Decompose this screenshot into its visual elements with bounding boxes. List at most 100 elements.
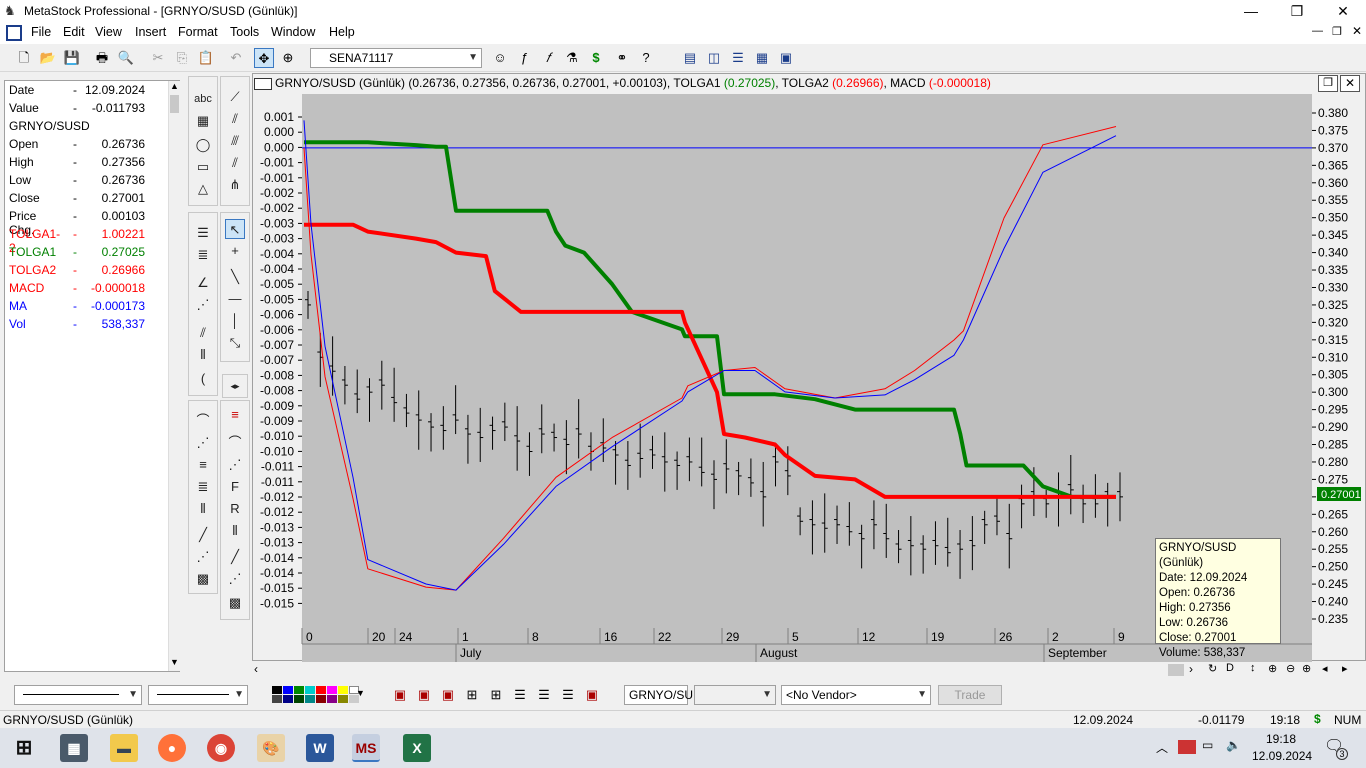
line-style-combo[interactable]: ▼ xyxy=(14,685,142,705)
data-window-scrollbar[interactable]: ▲ ▼ xyxy=(168,81,180,671)
system-tester-icon[interactable]: ⚗ xyxy=(562,48,582,68)
explorer-icon[interactable]: 𝑓 xyxy=(538,48,558,68)
ellipse-tool-icon[interactable]: ◯ xyxy=(193,135,213,155)
mdi-restore-button[interactable]: ❐ xyxy=(1332,25,1342,38)
layout-icon-2[interactable]: ☰ xyxy=(534,685,554,705)
line-tool-icon[interactable]: ╱ xyxy=(193,525,213,545)
fibonacci-fan-icon[interactable]: ⋰ xyxy=(193,433,213,453)
security-combo[interactable]: SENA71117 ▼ xyxy=(310,48,482,68)
arcs-tool-icon[interactable]: ⌒ xyxy=(225,433,245,453)
tray-app-icon[interactable] xyxy=(1178,740,1196,754)
fibonacci-retracement-icon[interactable]: F xyxy=(225,477,245,497)
arrange-icon[interactable]: ▣ xyxy=(776,48,796,68)
gann-grid-icon[interactable]: ▩ xyxy=(193,569,213,589)
diagonal-line-icon[interactable]: ╱ xyxy=(225,547,245,567)
menu-edit[interactable]: Edit xyxy=(63,25,85,39)
tile-horizontal-icon[interactable]: ☰ xyxy=(728,48,748,68)
copy-icon[interactable]: ⎘ xyxy=(172,48,192,68)
menu-insert[interactable]: Insert xyxy=(135,25,166,39)
scroll-thumb[interactable] xyxy=(170,95,179,113)
paint-icon[interactable]: 🎨 xyxy=(257,734,285,762)
arc-tool-icon[interactable]: ( xyxy=(193,369,213,389)
time-zones-icon[interactable]: ≣ xyxy=(193,477,213,497)
text-tool-icon[interactable]: abc xyxy=(193,89,213,109)
angle-tool-icon[interactable]: ∠ xyxy=(193,273,213,293)
volume-icon[interactable]: 🔈 xyxy=(1226,738,1241,752)
zoom-in-icon[interactable]: ⊕ xyxy=(1268,662,1277,675)
binoculars-icon[interactable]: ⚭ xyxy=(612,48,632,68)
menu-view[interactable]: View xyxy=(95,25,122,39)
layout-icon-4[interactable]: ▣ xyxy=(582,685,602,705)
trade-button[interactable]: Trade xyxy=(938,685,1002,705)
chart-style-icon-4[interactable]: ⊞ xyxy=(462,685,482,705)
file-explorer-icon[interactable]: ▬ xyxy=(110,734,138,762)
line-weight-combo[interactable]: ▼ xyxy=(148,685,248,705)
channel-icon[interactable]: ≡ xyxy=(225,405,245,425)
andrews-pitchfork-icon[interactable]: ⋔ xyxy=(225,175,245,195)
fibonacci-levels-icon[interactable]: ≡ xyxy=(193,455,213,475)
refresh-icon[interactable]: ↻ xyxy=(1208,662,1217,675)
chart-style-icon-1[interactable]: ▣ xyxy=(390,685,410,705)
firefox-icon[interactable]: ● xyxy=(158,734,186,762)
color-palette[interactable] xyxy=(272,686,359,704)
calculator-icon[interactable]: ▦ xyxy=(60,734,88,762)
chart-restore-button[interactable]: ❐ xyxy=(1318,75,1338,92)
grid-icon[interactable]: ▩ xyxy=(225,593,245,613)
page-right-icon[interactable]: ▸ xyxy=(1342,662,1348,675)
scroll-right-icon[interactable]: › xyxy=(1189,662,1193,676)
zoom-icon[interactable]: ⊕ xyxy=(278,48,298,68)
tile-vertical-icon[interactable]: ◫ xyxy=(704,48,724,68)
crosshair-tool-icon[interactable]: + xyxy=(225,241,245,261)
layout-icon-1[interactable]: ☰ xyxy=(510,685,530,705)
data-icon[interactable]: D xyxy=(1226,662,1234,674)
menu-window[interactable]: Window xyxy=(271,25,315,39)
zoom-reset-icon[interactable]: ⊕ xyxy=(1302,662,1311,675)
help-pointer-icon[interactable]: ? xyxy=(636,48,656,68)
vendor-combo[interactable]: <No Vendor> ▼ xyxy=(781,685,931,705)
cut-icon[interactable]: ✂ xyxy=(148,48,168,68)
paste-icon[interactable]: 📋 xyxy=(196,48,216,68)
periodicity-combo[interactable]: ▼ xyxy=(694,685,776,705)
regression-tool-icon[interactable]: ⤡ xyxy=(225,333,245,353)
chart-horizontal-scrollbar[interactable]: ‹ › ↻ D ↕ ⊕ ⊖ ⊕ ◂ ▸ xyxy=(252,662,1366,678)
zoom-out-icon[interactable]: ⊖ xyxy=(1286,662,1295,675)
metastock-icon[interactable]: MS xyxy=(352,734,380,762)
fan-lines-tool-icon[interactable]: ⋰ xyxy=(225,455,245,475)
color-dropdown-icon[interactable]: ▼ xyxy=(356,688,365,698)
pointer-tool-icon[interactable]: ↖ xyxy=(225,219,245,239)
print-preview-icon[interactable]: 🔍 xyxy=(116,48,136,68)
mdi-doc-icon[interactable] xyxy=(6,25,22,41)
menu-format[interactable]: Format xyxy=(178,25,218,39)
windows-start-icon[interactable]: ⊞ xyxy=(10,734,38,762)
menu-tools[interactable]: Tools xyxy=(230,25,259,39)
fibonacci-icon[interactable]: ≣ xyxy=(193,245,213,265)
clock-date[interactable]: 12.09.2024 xyxy=(1252,749,1312,763)
mdi-close-button[interactable]: ✕ xyxy=(1352,24,1362,38)
chart-style-icon-3[interactable]: ▣ xyxy=(438,685,458,705)
security-field[interactable]: GRNYO/SU xyxy=(624,685,693,705)
battery-icon[interactable]: ▭ xyxy=(1202,738,1213,752)
menu-help[interactable]: Help xyxy=(329,25,355,39)
close-button[interactable]: ✕ xyxy=(1320,0,1366,22)
chart-style-icon-2[interactable]: ▣ xyxy=(414,685,434,705)
page-left-icon[interactable]: ◂ xyxy=(1322,662,1328,675)
table-tool-icon[interactable]: ▦ xyxy=(193,111,213,131)
layout-icon-3[interactable]: ☰ xyxy=(558,685,578,705)
speed-lines-icon[interactable]: ⟋ xyxy=(225,87,245,107)
menu-file[interactable]: File xyxy=(31,25,51,39)
scroll-down-icon[interactable]: ▼ xyxy=(170,657,179,667)
horizontal-lines-icon[interactable]: ☰ xyxy=(193,223,213,243)
indicator-builder-icon[interactable]: ƒ xyxy=(514,48,534,68)
gann-fan-icon[interactable]: ⫽ xyxy=(225,153,245,173)
expert-icon[interactable]: ☺ xyxy=(490,48,510,68)
scroll-thumb[interactable] xyxy=(1168,664,1184,676)
expand-icon[interactable]: ↕ xyxy=(1250,662,1256,674)
cycles-icon[interactable]: ⦀ xyxy=(225,521,245,541)
mdi-minimize-button[interactable]: — xyxy=(1312,25,1323,37)
palette-toggle-icon[interactable]: ◂▸ xyxy=(225,376,245,396)
parallel-lines-icon[interactable]: ⫽ xyxy=(193,323,213,343)
arcs-icon[interactable]: ⫻ xyxy=(225,131,245,151)
print-icon[interactable]: 🖶 xyxy=(92,48,112,68)
undo-icon[interactable]: ↶ xyxy=(226,48,246,68)
vertical-line-tool-icon[interactable]: │ xyxy=(225,311,245,331)
